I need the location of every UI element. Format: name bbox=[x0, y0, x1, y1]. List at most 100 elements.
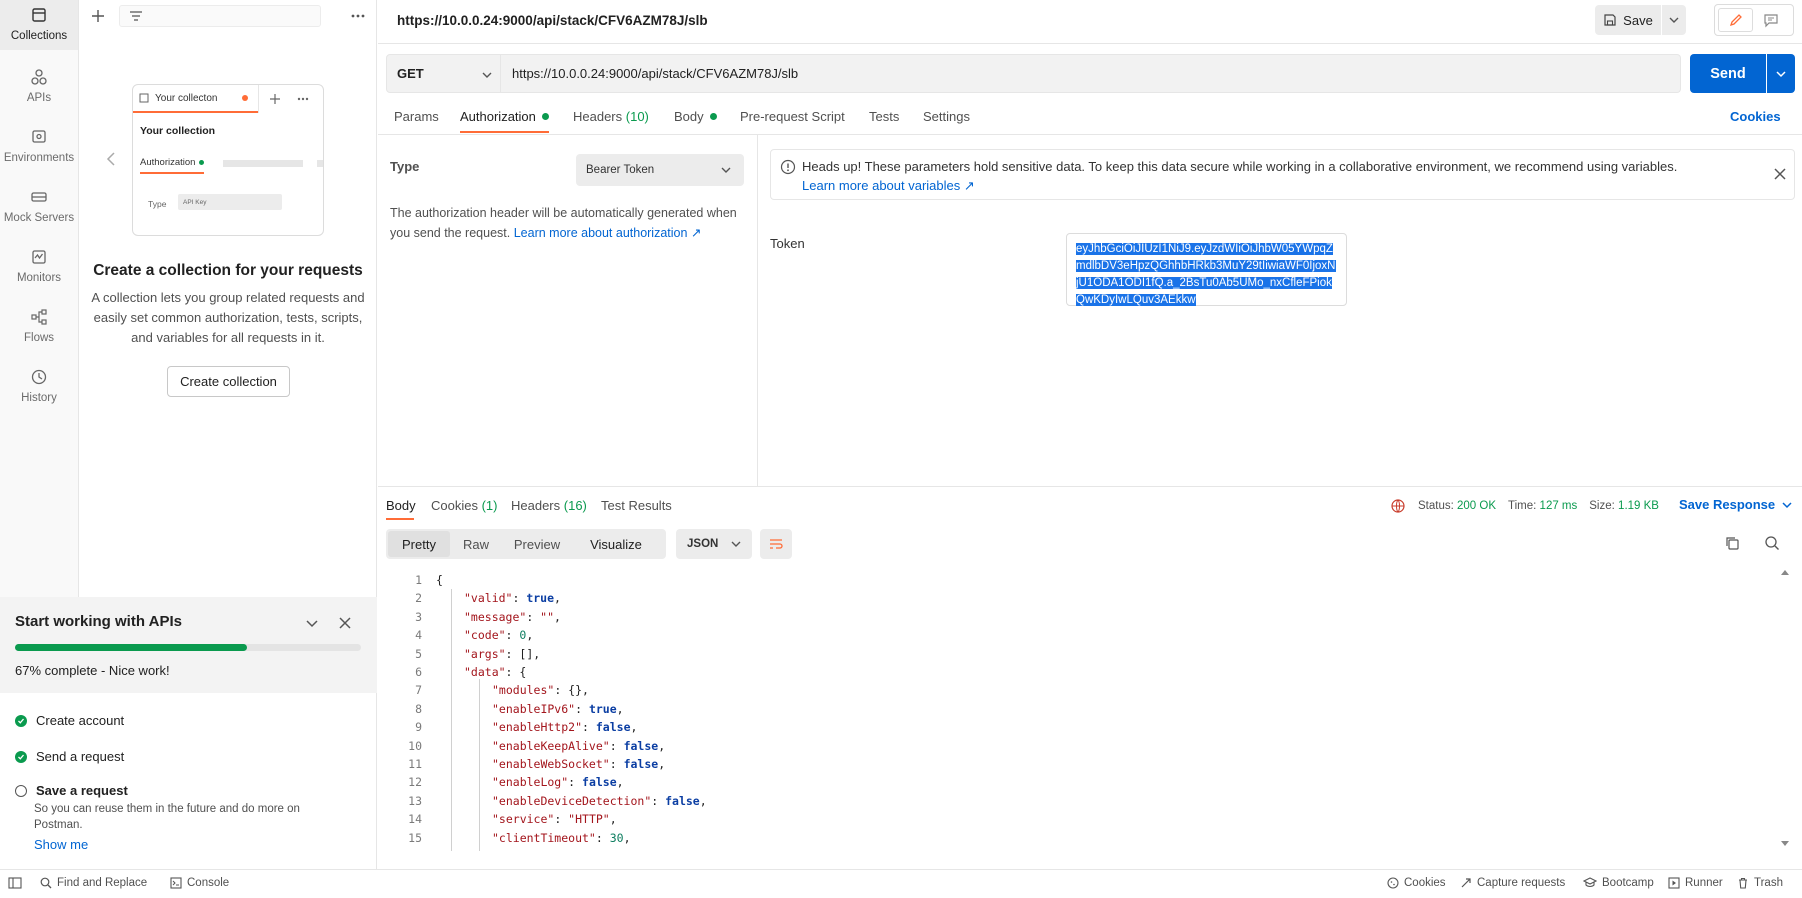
nav-label: Collections bbox=[10, 30, 68, 42]
tab-label: Headers bbox=[573, 109, 623, 124]
send-dropdown-button[interactable] bbox=[1767, 54, 1795, 93]
tab-params[interactable]: Params bbox=[394, 109, 439, 124]
console-button[interactable]: Console bbox=[170, 877, 229, 889]
nav-item-monitors[interactable]: Monitors bbox=[0, 242, 78, 298]
cookies-link[interactable]: Cookies bbox=[1730, 109, 1781, 124]
runner-button[interactable]: Runner bbox=[1668, 877, 1723, 889]
view-raw-button[interactable]: Raw bbox=[450, 531, 502, 557]
close-onboarding-button[interactable] bbox=[337, 615, 353, 631]
tab-label: Params bbox=[394, 109, 439, 124]
save-button[interactable]: Save bbox=[1595, 5, 1661, 35]
toggle-sidebar-button[interactable] bbox=[8, 877, 27, 889]
wrap-icon bbox=[770, 539, 783, 549]
code-line: 3 "message": "", bbox=[378, 608, 1778, 626]
bootcamp-button[interactable]: Bootcamp bbox=[1583, 877, 1654, 889]
find-replace-button[interactable]: Find and Replace bbox=[40, 877, 147, 889]
copy-button[interactable] bbox=[1724, 535, 1740, 551]
auth-type-select[interactable]: Bearer Token bbox=[576, 154, 744, 186]
show-me-link[interactable]: Show me bbox=[34, 837, 88, 852]
code-text: "service": "HTTP", bbox=[492, 812, 617, 827]
status-dot bbox=[709, 113, 717, 120]
cookie-icon bbox=[1387, 877, 1399, 889]
learn-more-authorization-link[interactable]: Learn more about authorization ↗ bbox=[514, 226, 702, 240]
nav-item-apis[interactable]: APIs bbox=[0, 62, 78, 118]
collections-icon bbox=[32, 8, 46, 22]
illustration-tab: Your collecton bbox=[133, 85, 258, 113]
nav-label: Mock Servers bbox=[3, 212, 75, 224]
status-dot bbox=[541, 113, 549, 120]
tab-settings[interactable]: Settings bbox=[923, 109, 970, 124]
method-select[interactable]: GET bbox=[386, 54, 501, 93]
response-body-code[interactable]: 1{2 "valid": true, 3 "message": "", 4 "code":… bbox=[378, 571, 1778, 851]
response-scrollbar[interactable] bbox=[1781, 569, 1790, 849]
trash-icon bbox=[1739, 877, 1747, 889]
onboarding-panel: Start working with APIs 67% complete - N… bbox=[0, 597, 377, 869]
code-text: "valid": true, bbox=[464, 591, 561, 606]
view-visualize-button[interactable]: Visualize bbox=[572, 531, 660, 557]
code-text: "args": [], bbox=[464, 646, 541, 661]
view-pretty-button[interactable]: Pretty bbox=[388, 531, 450, 557]
tab-authorization[interactable]: Authorization bbox=[460, 109, 549, 124]
code-line: 13 "enableDeviceDetection": false, bbox=[378, 792, 1778, 810]
auth-description: The authorization header will be automat… bbox=[390, 203, 750, 243]
response-tab-cookies[interactable]: Cookies (1) bbox=[431, 498, 497, 513]
more-options-button[interactable] bbox=[350, 8, 366, 24]
cookies-button[interactable]: Cookies bbox=[1387, 877, 1446, 889]
tab-label: Pre-request Script bbox=[740, 109, 845, 124]
response-pane: Body Cookies (1) Headers (16) Test Resul… bbox=[378, 486, 1802, 869]
view-preview-button[interactable]: Preview bbox=[502, 531, 572, 557]
progress-fill bbox=[15, 644, 247, 651]
code-line: 5 "args": [], bbox=[378, 645, 1778, 663]
nav-item-history[interactable]: History bbox=[0, 362, 78, 418]
sidebar-title: Create a collection for your requests bbox=[93, 262, 363, 279]
nav-item-flows[interactable]: Flows bbox=[0, 302, 78, 358]
tab-body[interactable]: Body bbox=[674, 109, 717, 124]
nav-item-collections[interactable]: Collections bbox=[0, 0, 78, 50]
edit-mode-button[interactable] bbox=[1718, 8, 1753, 32]
response-tab-test-results[interactable]: Test Results bbox=[601, 498, 672, 513]
wrap-lines-button[interactable] bbox=[760, 529, 792, 559]
type-label: Type bbox=[390, 159, 420, 174]
code-text: { bbox=[436, 573, 443, 587]
format-select[interactable]: JSON bbox=[676, 529, 752, 559]
collections-sidebar: Your collecton Your collection Authoriza… bbox=[79, 0, 377, 597]
save-dropdown-button[interactable] bbox=[1662, 5, 1686, 35]
line-number: 14 bbox=[408, 812, 422, 827]
code-text: "clientFinTimeout": 1, bbox=[492, 849, 644, 851]
response-tab-body[interactable]: Body bbox=[386, 498, 416, 513]
token-input[interactable]: eyJhbGciOiJIUzI1NiJ9.eyJzdWIiOiJhbW05YWp… bbox=[1066, 233, 1347, 306]
chevron-down-icon bbox=[1776, 70, 1786, 77]
send-button[interactable]: Send bbox=[1690, 54, 1766, 93]
response-tab-headers[interactable]: Headers (16) bbox=[511, 498, 587, 513]
auth-config-pane: Type Bearer Token The authorization head… bbox=[378, 134, 758, 486]
nav-item-mock-servers[interactable]: Mock Servers bbox=[0, 182, 78, 238]
collection-tab-icon bbox=[139, 93, 149, 103]
url-input[interactable]: https://10.0.0.24:9000/api/stack/CFV6AZM… bbox=[501, 54, 1681, 93]
more-icon bbox=[351, 14, 365, 18]
cookies-label: Cookies bbox=[1404, 877, 1446, 889]
collapse-button[interactable] bbox=[304, 615, 320, 631]
nav-item-environments[interactable]: Environments bbox=[0, 122, 78, 178]
save-response-button[interactable]: Save Response bbox=[1679, 497, 1793, 512]
capture-requests-button[interactable]: Capture requests bbox=[1460, 877, 1565, 889]
illustration-auth-label: Authorization bbox=[140, 157, 196, 168]
tab-pre-request-script[interactable]: Pre-request Script bbox=[740, 109, 845, 124]
code-line: 12 "enableLog": false, bbox=[378, 773, 1778, 791]
task-label: Send a request bbox=[36, 749, 125, 764]
code-text: "enableKeepAlive": false, bbox=[492, 738, 666, 753]
learn-more-variables-link[interactable]: Learn more about variables ↗ bbox=[802, 176, 1677, 195]
new-collection-button[interactable] bbox=[89, 7, 107, 25]
carousel-prev-button[interactable] bbox=[106, 151, 116, 167]
code-text: "enableLog": false, bbox=[492, 775, 624, 790]
capture-icon bbox=[1461, 878, 1471, 888]
filter-input[interactable] bbox=[119, 5, 321, 27]
search-button[interactable] bbox=[1764, 535, 1780, 551]
trash-button[interactable]: Trash bbox=[1737, 877, 1783, 889]
tab-headers[interactable]: Headers (10) bbox=[573, 109, 649, 124]
comments-button[interactable] bbox=[1753, 8, 1788, 32]
create-collection-button[interactable]: Create collection bbox=[167, 366, 290, 397]
dismiss-banner-button[interactable] bbox=[1772, 166, 1788, 182]
tab-tests[interactable]: Tests bbox=[869, 109, 899, 124]
tab-label: Body bbox=[386, 498, 416, 513]
line-number: 11 bbox=[408, 757, 422, 771]
